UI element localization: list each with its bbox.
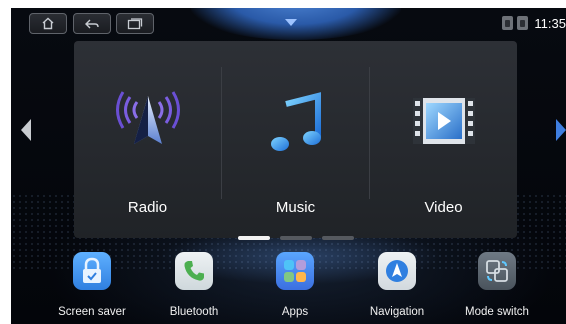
dock: Screen saver Bluetooth Apps Navigation M… — [11, 252, 566, 324]
dock-label: Apps — [281, 306, 309, 318]
clock: 11:35 — [534, 15, 566, 31]
navigation-icon — [378, 252, 416, 290]
carousel-next-arrow[interactable] — [555, 118, 566, 142]
tile-video[interactable]: Video — [370, 41, 517, 238]
mode-switch-icon — [478, 252, 516, 290]
back-button[interactable] — [73, 13, 111, 34]
tile-radio[interactable]: Radio — [74, 41, 221, 238]
home-button[interactable] — [29, 13, 67, 34]
app-carousel: Radio Music Video — [74, 41, 517, 238]
recents-icon — [127, 17, 143, 29]
page-indicator — [238, 236, 354, 240]
dock-label: Navigation — [369, 306, 425, 318]
dock-label: Screen saver — [58, 306, 126, 318]
status-bar: 11:35 — [11, 8, 566, 40]
page-dot-active[interactable] — [238, 236, 270, 240]
dock-label: Mode switch — [465, 306, 529, 318]
dock-item-apps[interactable]: Apps — [250, 252, 340, 318]
status-indicators: 11:35 — [502, 14, 566, 32]
chevron-down-icon[interactable] — [284, 18, 298, 27]
page-dot[interactable] — [280, 236, 312, 240]
dock-item-bluetooth[interactable]: Bluetooth — [149, 252, 239, 318]
head-unit-screen: 11:35 Radio Music Video Screen saver Blu… — [11, 8, 566, 324]
dock-item-mode-switch[interactable]: Mode switch — [452, 252, 542, 318]
dock-item-screen-saver[interactable]: Screen saver — [47, 252, 137, 318]
tile-music-label: Music — [275, 199, 316, 216]
radio-antenna-icon — [115, 91, 180, 144]
back-icon — [85, 19, 99, 28]
carousel-prev-arrow[interactable] — [20, 118, 32, 142]
sd-card-icon — [502, 16, 514, 30]
tile-music[interactable]: Music — [222, 41, 369, 238]
recents-button[interactable] — [116, 13, 154, 34]
page-dot[interactable] — [322, 236, 354, 240]
dock-item-navigation[interactable]: Navigation — [352, 252, 442, 318]
dock-label: Bluetooth — [169, 306, 219, 318]
apps-grid-icon — [276, 252, 314, 290]
video-film-icon — [412, 98, 475, 144]
lock-icon — [73, 252, 111, 290]
music-note-icon — [270, 92, 321, 151]
home-icon — [42, 17, 54, 30]
tile-video-label: Video — [424, 199, 463, 216]
tile-radio-label: Radio — [127, 199, 168, 216]
phone-icon — [175, 252, 213, 290]
usb-icon — [517, 16, 529, 30]
